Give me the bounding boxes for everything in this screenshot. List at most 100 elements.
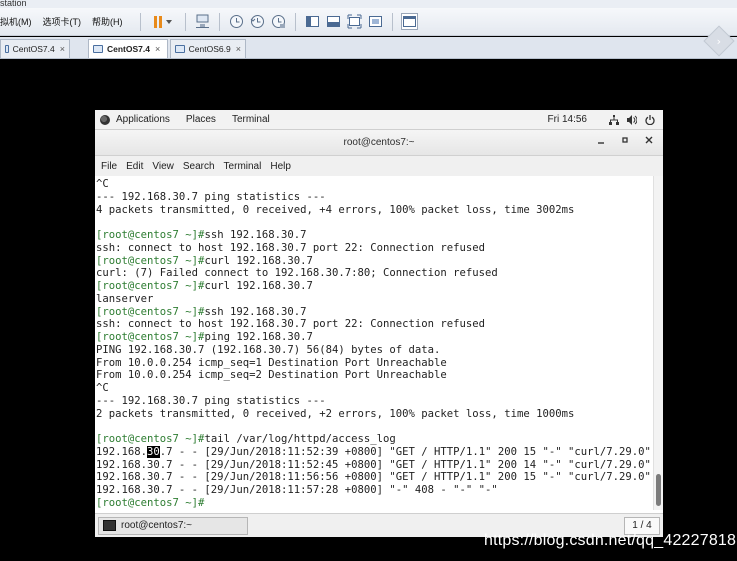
places-menu[interactable]: Places bbox=[186, 114, 216, 125]
menu-help[interactable]: Help bbox=[270, 161, 291, 172]
menu-terminal[interactable]: Terminal bbox=[224, 161, 262, 172]
revert-snapshot-button[interactable] bbox=[249, 13, 266, 30]
line-text: curl 192.168.30.7 bbox=[204, 280, 313, 292]
toolbar-separator bbox=[139, 12, 141, 31]
terminal-titlebar[interactable]: root@centos7:~ bbox=[95, 130, 663, 156]
taskbar-terminal-button[interactable]: root@centos7:~ bbox=[98, 516, 248, 535]
menu-file[interactable]: File bbox=[101, 161, 117, 172]
volume-icon[interactable] bbox=[627, 114, 637, 125]
clock[interactable]: Fri 14:56 bbox=[548, 114, 587, 125]
line-text: From 10.0.0.254 icmp_seq=1 Destination P… bbox=[96, 356, 447, 369]
thumbnail-bar-button[interactable] bbox=[325, 13, 342, 30]
toolbar-separator bbox=[218, 12, 220, 31]
console-view-button[interactable] bbox=[400, 13, 418, 30]
applications-label: Applications bbox=[116, 114, 170, 125]
terminal-output[interactable]: ^C --- 192.168.30.7 ping statistics --- 4 … bbox=[95, 176, 653, 510]
line-text: --- 192.168.30.7 ping statistics --- bbox=[96, 394, 326, 407]
network-icon[interactable] bbox=[609, 114, 619, 125]
scrollbar-thumb[interactable] bbox=[656, 474, 661, 506]
terminal-line: PING 192.168.30.7 (192.168.30.7) 56(84) … bbox=[96, 344, 653, 357]
shell-prompt: [root@centos7 ~]# bbox=[96, 305, 205, 318]
system-tray: Fri 14:56 bbox=[548, 114, 655, 125]
vm-tab-centos69[interactable]: CentOS6.9 × bbox=[170, 39, 246, 58]
terminal-line: 192.168.30.7 - - [29/Jun/2018:11:52:45 +… bbox=[96, 459, 653, 472]
minimize-button[interactable] bbox=[597, 136, 605, 147]
unity-icon bbox=[368, 16, 382, 27]
vm-icon bbox=[5, 45, 9, 53]
gnome-top-bar: Applications Places Terminal Fri 14:56 bbox=[95, 110, 663, 130]
vm-tab-strip: CentOS7.4 × CentOS7.4 × CentOS6.9 × bbox=[0, 37, 737, 59]
terminal-line: From 10.0.0.254 icmp_seq=2 Destination P… bbox=[96, 369, 653, 382]
line-text: .7 - - [29/Jun/2018:11:52:39 +0800] "GET… bbox=[159, 445, 651, 458]
terminal-line: lanserver bbox=[96, 293, 653, 306]
minimize-icon bbox=[598, 142, 604, 144]
terminal-line: 192.168.30.7 - - [29/Jun/2018:11:57:28 +… bbox=[96, 484, 653, 497]
snapshot-button[interactable] bbox=[228, 13, 245, 30]
close-icon[interactable]: × bbox=[155, 44, 160, 54]
terminal-line: [root@centos7 ~]#ssh 192.168.30.7 bbox=[96, 306, 653, 319]
chevron-down-icon bbox=[166, 19, 172, 24]
shell-prompt: [root@centos7 ~]# bbox=[96, 229, 205, 241]
gnome-foot-icon bbox=[100, 114, 110, 125]
network-computer-icon bbox=[195, 14, 209, 28]
clock-manager-icon bbox=[271, 15, 285, 28]
sidebar-icon bbox=[305, 16, 319, 27]
applications-menu[interactable]: Applications bbox=[100, 114, 186, 125]
host-window-title: station bbox=[0, 0, 737, 8]
line-text: ssh 192.168.30.7 bbox=[204, 305, 307, 318]
close-icon[interactable]: × bbox=[60, 44, 65, 54]
shell-prompt: [root@centos7 ~]# bbox=[96, 280, 205, 292]
line-text: lanserver bbox=[96, 292, 154, 305]
close-icon[interactable]: × bbox=[236, 44, 241, 54]
pause-icon bbox=[154, 15, 157, 28]
menu-search[interactable]: Search bbox=[183, 161, 215, 172]
toolbar-separator bbox=[294, 12, 296, 31]
console-view-icon bbox=[402, 16, 416, 27]
workspace-label: 1 / 4 bbox=[632, 520, 652, 531]
snapshot-manager-button[interactable] bbox=[270, 13, 287, 30]
unity-button[interactable] bbox=[367, 13, 384, 30]
terminal-icon bbox=[103, 520, 116, 531]
sidebar-toggle-button[interactable] bbox=[304, 13, 321, 30]
line-text: PING 192.168.30.7 (192.168.30.7) 56(84) … bbox=[96, 343, 441, 356]
close-button[interactable] bbox=[645, 136, 653, 147]
tab-scroll-button[interactable]: › bbox=[701, 22, 737, 60]
terminal-line: 192.168.30.7 - - [29/Jun/2018:11:56:56 +… bbox=[96, 471, 653, 484]
maximize-icon bbox=[622, 137, 628, 143]
terminal-scrollbar[interactable] bbox=[653, 176, 663, 510]
taskbar-terminal-label: root@centos7:~ bbox=[121, 520, 193, 531]
line-text: 192.168.30.7 - - [29/Jun/2018:11:56:56 +… bbox=[96, 471, 651, 484]
host-menubar: 拟机(M) 选项卡(T) 帮助(H) bbox=[0, 8, 737, 36]
line-text: 192.168.30.7 - - [29/Jun/2018:11:52:45 +… bbox=[96, 458, 651, 471]
send-ctrl-alt-del-button[interactable] bbox=[194, 13, 211, 30]
pause-button[interactable] bbox=[149, 13, 177, 30]
maximize-button[interactable] bbox=[621, 136, 629, 147]
terminal-line: [root@centos7 ~]# bbox=[96, 497, 653, 510]
vm-tab-label: CentOS7.4 bbox=[107, 44, 150, 54]
line-text: tail /var/log/httpd/access_log bbox=[204, 433, 396, 445]
terminal-line: ^C bbox=[96, 178, 653, 191]
terminal-line: ^C bbox=[96, 382, 653, 395]
menu-vm[interactable]: 拟机(M) bbox=[0, 15, 32, 28]
power-icon[interactable] bbox=[645, 114, 655, 125]
line-text: ssh 192.168.30.7 bbox=[204, 229, 307, 241]
vm-tab-centos74-b[interactable]: CentOS7.4 × bbox=[88, 39, 168, 58]
menu-view[interactable]: View bbox=[152, 161, 174, 172]
menu-help[interactable]: 帮助(H) bbox=[92, 15, 123, 28]
pause-icon-bar bbox=[159, 15, 162, 28]
menu-edit[interactable]: Edit bbox=[126, 161, 143, 172]
menu-tabs[interactable]: 选项卡(T) bbox=[43, 15, 82, 28]
terminal-app-menu[interactable]: Terminal bbox=[232, 114, 270, 125]
line-text: curl 192.168.30.7 bbox=[204, 254, 313, 267]
terminal-line: 2 packets transmitted, 0 received, +2 er… bbox=[96, 408, 653, 421]
fullscreen-button[interactable] bbox=[346, 13, 363, 30]
line-text: ^C bbox=[96, 382, 109, 394]
vm-tab-centos74-a[interactable]: CentOS7.4 × bbox=[0, 39, 70, 58]
fullscreen-icon bbox=[347, 14, 361, 29]
line-text: ssh: connect to host 192.168.30.7 port 2… bbox=[96, 241, 486, 254]
close-icon bbox=[645, 136, 653, 144]
guest-display[interactable]: Applications Places Terminal Fri 14:56 r… bbox=[95, 110, 663, 537]
terminal-line: [root@centos7 ~]#ssh 192.168.30.7 bbox=[96, 229, 653, 242]
